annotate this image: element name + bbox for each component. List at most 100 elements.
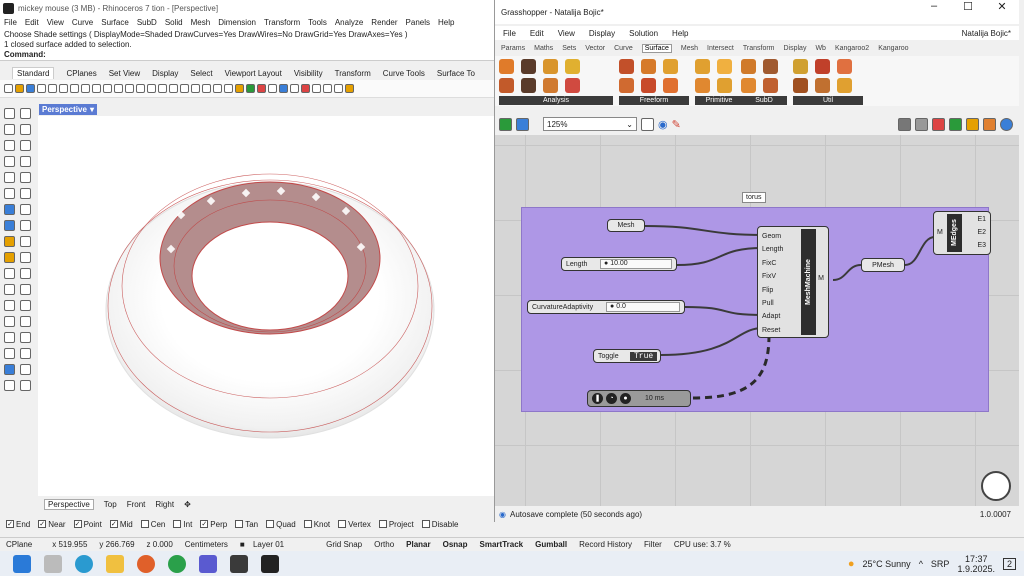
array-icon[interactable] bbox=[20, 316, 31, 327]
rotate-icon[interactable] bbox=[4, 300, 15, 311]
menu-curve[interactable]: Curve bbox=[72, 18, 93, 27]
boolean-icon[interactable] bbox=[4, 252, 15, 263]
gh-canvas[interactable]: torus Mesh Length ● 10.00 CurvatureAdapt… bbox=[495, 135, 1019, 506]
tab-transform[interactable]: Transform bbox=[335, 69, 371, 78]
checkbox[interactable] bbox=[303, 520, 312, 528]
menu-mesh[interactable]: Mesh bbox=[191, 18, 211, 27]
slider-track[interactable]: ● 0.0 bbox=[606, 302, 680, 312]
osnap-perp[interactable]: ✓ Perp bbox=[200, 520, 227, 529]
viewport-tab-perspective[interactable]: Perspective bbox=[44, 498, 94, 510]
scale-icon[interactable] bbox=[20, 300, 31, 311]
gh-tab-sets[interactable]: Sets bbox=[562, 45, 576, 52]
analyze-icon[interactable] bbox=[20, 332, 31, 343]
named-view-icon[interactable] bbox=[180, 84, 189, 93]
stop-icon[interactable]: ● bbox=[620, 393, 631, 404]
gh-tab-transform[interactable]: Transform bbox=[743, 45, 775, 52]
cone-icon[interactable] bbox=[717, 78, 732, 93]
sphere-tool-icon[interactable] bbox=[20, 220, 31, 231]
checkbox[interactable]: ✓ bbox=[38, 520, 47, 528]
command-prompt[interactable]: Command: bbox=[4, 50, 490, 60]
close-icon[interactable]: ✕ bbox=[985, 0, 1019, 13]
gh-tab-surface[interactable]: Surface bbox=[641, 44, 672, 53]
offset-icon[interactable] bbox=[793, 78, 808, 93]
ghosted-icon[interactable] bbox=[334, 84, 343, 93]
menu-solid[interactable]: Solid bbox=[165, 18, 183, 27]
add-viewport-icon[interactable]: ✥ bbox=[184, 500, 191, 509]
tab-cplanes[interactable]: CPlanes bbox=[66, 69, 96, 78]
pause-icon[interactable]: ❚ bbox=[592, 393, 603, 404]
meshmachine-component[interactable]: Geom Length FixC FixV Flip Pull Adapt Re… bbox=[757, 226, 829, 338]
input-adapt[interactable]: Adapt bbox=[762, 310, 783, 323]
gh-tab-intersect[interactable]: Intersect bbox=[707, 45, 734, 52]
input-m[interactable]: M bbox=[937, 229, 943, 236]
cplane-label[interactable]: CPlane bbox=[0, 540, 38, 549]
tab-set-view[interactable]: Set View bbox=[109, 69, 140, 78]
volume-icon[interactable] bbox=[521, 78, 536, 93]
osnap-knot[interactable]: Knot bbox=[303, 520, 330, 529]
slider-track[interactable]: ● 10.00 bbox=[600, 259, 672, 269]
gh-menu-solution[interactable]: Solution bbox=[629, 29, 658, 38]
paint-icon[interactable] bbox=[4, 380, 15, 391]
polyline-icon[interactable] bbox=[4, 124, 15, 135]
eval-icon[interactable] bbox=[543, 59, 558, 74]
menu-subd[interactable]: SubD bbox=[137, 18, 157, 27]
sketch-icon[interactable]: ✎ bbox=[672, 118, 681, 131]
open-file-icon[interactable] bbox=[499, 117, 512, 131]
patch-icon[interactable] bbox=[663, 78, 678, 93]
menu-surface[interactable]: Surface bbox=[101, 18, 129, 27]
pmesh-param-node[interactable]: PMesh bbox=[861, 258, 905, 272]
arc-icon[interactable] bbox=[20, 140, 31, 151]
isotrim-icon[interactable] bbox=[815, 59, 830, 74]
preview-selected-icon[interactable] bbox=[949, 117, 962, 131]
display-options-icon[interactable] bbox=[1000, 117, 1013, 131]
lang-indicator[interactable]: SRP bbox=[931, 559, 950, 569]
gumball-toggle[interactable]: Gumball bbox=[529, 540, 573, 549]
mesh-param-node[interactable]: Mesh bbox=[607, 219, 645, 232]
brep-icon[interactable] bbox=[499, 78, 514, 93]
output-e2[interactable]: E2 bbox=[977, 229, 986, 236]
menu-dimension[interactable]: Dimension bbox=[218, 18, 256, 27]
network-icon[interactable] bbox=[619, 78, 634, 93]
checkbox[interactable]: ✓ bbox=[73, 520, 82, 528]
output-m[interactable]: M bbox=[818, 275, 824, 282]
osnap-vertex[interactable]: Vertex bbox=[338, 520, 371, 529]
area-icon[interactable] bbox=[521, 59, 536, 74]
input-fixc[interactable]: FixC bbox=[762, 257, 783, 270]
edge-icon[interactable] bbox=[75, 554, 93, 573]
grid-snap-toggle[interactable]: Grid Snap bbox=[296, 540, 368, 549]
firefox-icon[interactable] bbox=[137, 554, 155, 573]
checkbox[interactable] bbox=[378, 520, 387, 528]
osnap-near[interactable]: ✓ Near bbox=[38, 520, 66, 529]
file-explorer-icon[interactable] bbox=[106, 554, 124, 573]
rendered-icon[interactable] bbox=[301, 84, 310, 93]
revolve-icon[interactable] bbox=[641, 78, 656, 93]
point-icon[interactable] bbox=[20, 108, 31, 119]
gh-tab-mesh[interactable]: Mesh bbox=[681, 45, 698, 52]
subd-icon[interactable] bbox=[20, 236, 31, 247]
planar-toggle[interactable]: Planar bbox=[400, 540, 436, 549]
point-on-icon[interactable] bbox=[565, 59, 580, 74]
clock-time[interactable]: 17:37 bbox=[965, 554, 988, 564]
gh-menu-help[interactable]: Help bbox=[672, 29, 688, 38]
new-file-icon[interactable] bbox=[4, 84, 13, 93]
gh-tab-kangaroo[interactable]: Kangaroo bbox=[878, 45, 908, 52]
box-analysis-icon[interactable] bbox=[499, 59, 514, 74]
rhino-taskbar-icon[interactable] bbox=[261, 554, 279, 573]
osnap-tan[interactable]: Tan bbox=[235, 520, 258, 529]
input-fixv[interactable]: FixV bbox=[762, 270, 783, 283]
cplane-icon[interactable] bbox=[169, 84, 178, 93]
osnap-project[interactable]: Project bbox=[378, 520, 414, 529]
reset-toggle[interactable]: Toggle True bbox=[593, 349, 661, 363]
group-icon[interactable] bbox=[4, 364, 15, 375]
tab-surface-tools[interactable]: Surface To bbox=[437, 69, 475, 78]
mesh-icon[interactable] bbox=[4, 236, 15, 247]
subd-box-icon[interactable] bbox=[741, 59, 756, 74]
preview-shaded-icon[interactable] bbox=[932, 117, 945, 131]
environment-icon[interactable] bbox=[323, 84, 332, 93]
loft-icon[interactable] bbox=[619, 59, 634, 74]
length-slider[interactable]: Length ● 10.00 bbox=[561, 257, 677, 271]
subd-fuse-icon[interactable] bbox=[763, 59, 778, 74]
fillet-icon[interactable] bbox=[20, 252, 31, 263]
weather-text[interactable]: 25°C Sunny bbox=[863, 559, 911, 569]
rectangle-icon[interactable] bbox=[4, 172, 15, 183]
